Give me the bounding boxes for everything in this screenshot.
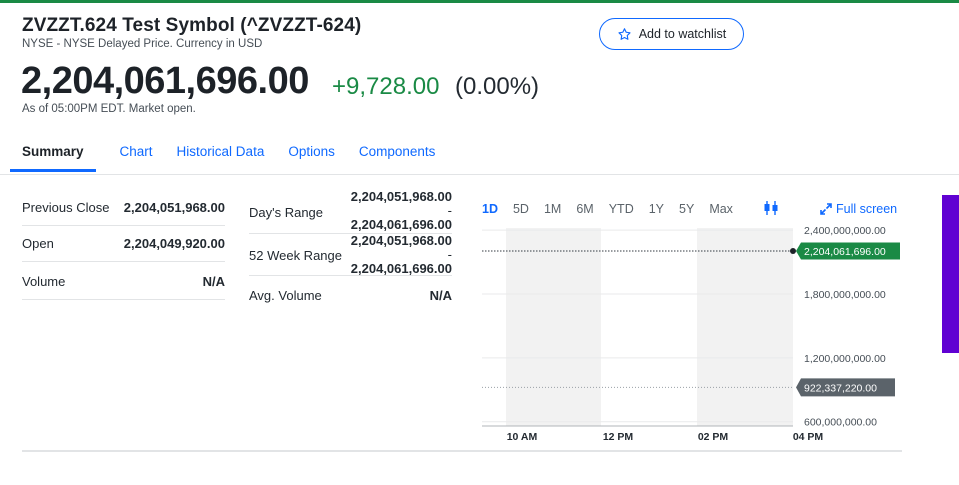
market-status: As of 05:00PM EDT. Market open. bbox=[22, 103, 196, 115]
range-separator: - bbox=[447, 203, 452, 218]
stat-label: Avg. Volume bbox=[249, 288, 322, 303]
expand-icon bbox=[820, 203, 832, 215]
reference-tag: 922,337,220.00 bbox=[796, 378, 895, 397]
stat-value: N/A bbox=[202, 274, 225, 289]
range-max[interactable]: Max bbox=[709, 202, 733, 216]
x-tick-label: 12 PM bbox=[603, 431, 634, 443]
full-screen-button[interactable]: Full screen bbox=[820, 202, 897, 216]
stat-label: 52 Week Range bbox=[249, 248, 342, 263]
exchange-info: NYSE - NYSE Delayed Price. Currency in U… bbox=[22, 38, 263, 50]
current-price-tag-label: 2,204,061,696.00 bbox=[804, 246, 886, 258]
range-low: 2,204,051,968.00 bbox=[350, 233, 452, 248]
price-change-percent: (0.00%) bbox=[455, 73, 540, 100]
ad-banner-edge bbox=[942, 195, 959, 353]
stat-range-value: 2,204,051,968.00 - 2,204,061,696.00 bbox=[351, 190, 452, 232]
stat-label: Volume bbox=[22, 274, 66, 289]
y-tick-label: 2,400,000,000.00 bbox=[804, 225, 886, 237]
reference-tag-label: 922,337,220.00 bbox=[804, 382, 877, 394]
x-tick-label: 10 AM bbox=[507, 431, 538, 443]
tab-options[interactable]: Options bbox=[288, 138, 335, 172]
star-icon bbox=[618, 27, 631, 40]
watchlist-label: Add to watchlist bbox=[638, 27, 727, 41]
range-ytd[interactable]: YTD bbox=[609, 202, 634, 216]
range-5d[interactable]: 5D bbox=[513, 202, 529, 216]
stat-value: 2,204,051,968.00 bbox=[123, 200, 225, 215]
range-high: 2,204,061,696.00 bbox=[350, 261, 452, 276]
stat-label: Previous Close bbox=[22, 200, 110, 215]
range-6m[interactable]: 6M bbox=[576, 202, 593, 216]
stat-row-avg-volume: Avg. Volume N/A bbox=[249, 276, 452, 310]
range-1y[interactable]: 1Y bbox=[649, 202, 664, 216]
range-1d[interactable]: 1D bbox=[482, 202, 498, 216]
stat-row-open: Open 2,204,049,920.00 bbox=[22, 226, 225, 262]
price-change: +9,728.00 bbox=[332, 73, 440, 100]
tab-historical-data[interactable]: Historical Data bbox=[177, 138, 265, 172]
range-5y[interactable]: 5Y bbox=[679, 202, 694, 216]
chart-time-band bbox=[506, 228, 601, 426]
y-tick-label: 600,000,000.00 bbox=[804, 417, 877, 429]
stat-row-volume: Volume N/A bbox=[22, 262, 225, 300]
reference-tag-bg bbox=[796, 378, 895, 397]
stat-row-52-week-range: 52 Week Range 2,204,051,968.00 - 2,204,0… bbox=[249, 234, 452, 276]
tab-chart[interactable]: Chart bbox=[120, 138, 153, 172]
page-title: ZVZZT.624 Test Symbol (^ZVZZT-624) bbox=[22, 15, 362, 36]
range-high: 2,204,061,696.00 bbox=[350, 217, 452, 232]
x-tick-label: 02 PM bbox=[698, 431, 729, 443]
y-tick-label: 1,800,000,000.00 bbox=[804, 289, 886, 301]
tabs-divider bbox=[0, 174, 959, 175]
chart-range-selector: 1D 5D 1M 6M YTD 1Y 5Y Max bbox=[482, 202, 748, 216]
stat-row-days-range: Day's Range 2,204,051,968.00 - 2,204,061… bbox=[249, 190, 452, 234]
price-series-point bbox=[790, 247, 796, 254]
x-tick-label: 04 PM bbox=[793, 431, 824, 443]
range-separator: - bbox=[447, 247, 452, 262]
add-to-watchlist-button[interactable]: Add to watchlist bbox=[599, 18, 744, 50]
current-price-tag: 2,204,061,696.00 bbox=[796, 242, 900, 260]
quote-tabs: Summary Chart Historical Data Options Co… bbox=[10, 138, 459, 172]
stat-row-previous-close: Previous Close 2,204,051,968.00 bbox=[22, 192, 225, 226]
tab-summary[interactable]: Summary bbox=[10, 138, 96, 172]
top-accent-stripe bbox=[0, 0, 959, 3]
current-price: 2,204,061,696.00 bbox=[21, 60, 309, 102]
tab-components[interactable]: Components bbox=[359, 138, 436, 172]
range-1m[interactable]: 1M bbox=[544, 202, 561, 216]
stat-value: N/A bbox=[429, 288, 452, 303]
y-tick-label: 1,200,000,000.00 bbox=[804, 353, 886, 365]
stat-label: Day's Range bbox=[249, 205, 324, 220]
range-low: 2,204,051,968.00 bbox=[350, 189, 452, 204]
chart-time-band bbox=[697, 228, 793, 426]
stat-range-value: 2,204,051,968.00 - 2,204,061,696.00 bbox=[351, 234, 452, 276]
current-price-tag-bg bbox=[796, 242, 900, 260]
full-screen-label: Full screen bbox=[836, 202, 898, 216]
section-divider bbox=[22, 450, 902, 452]
candlestick-icon[interactable] bbox=[762, 199, 780, 217]
stat-label: Open bbox=[22, 236, 54, 251]
stat-value: 2,204,049,920.00 bbox=[123, 236, 225, 251]
